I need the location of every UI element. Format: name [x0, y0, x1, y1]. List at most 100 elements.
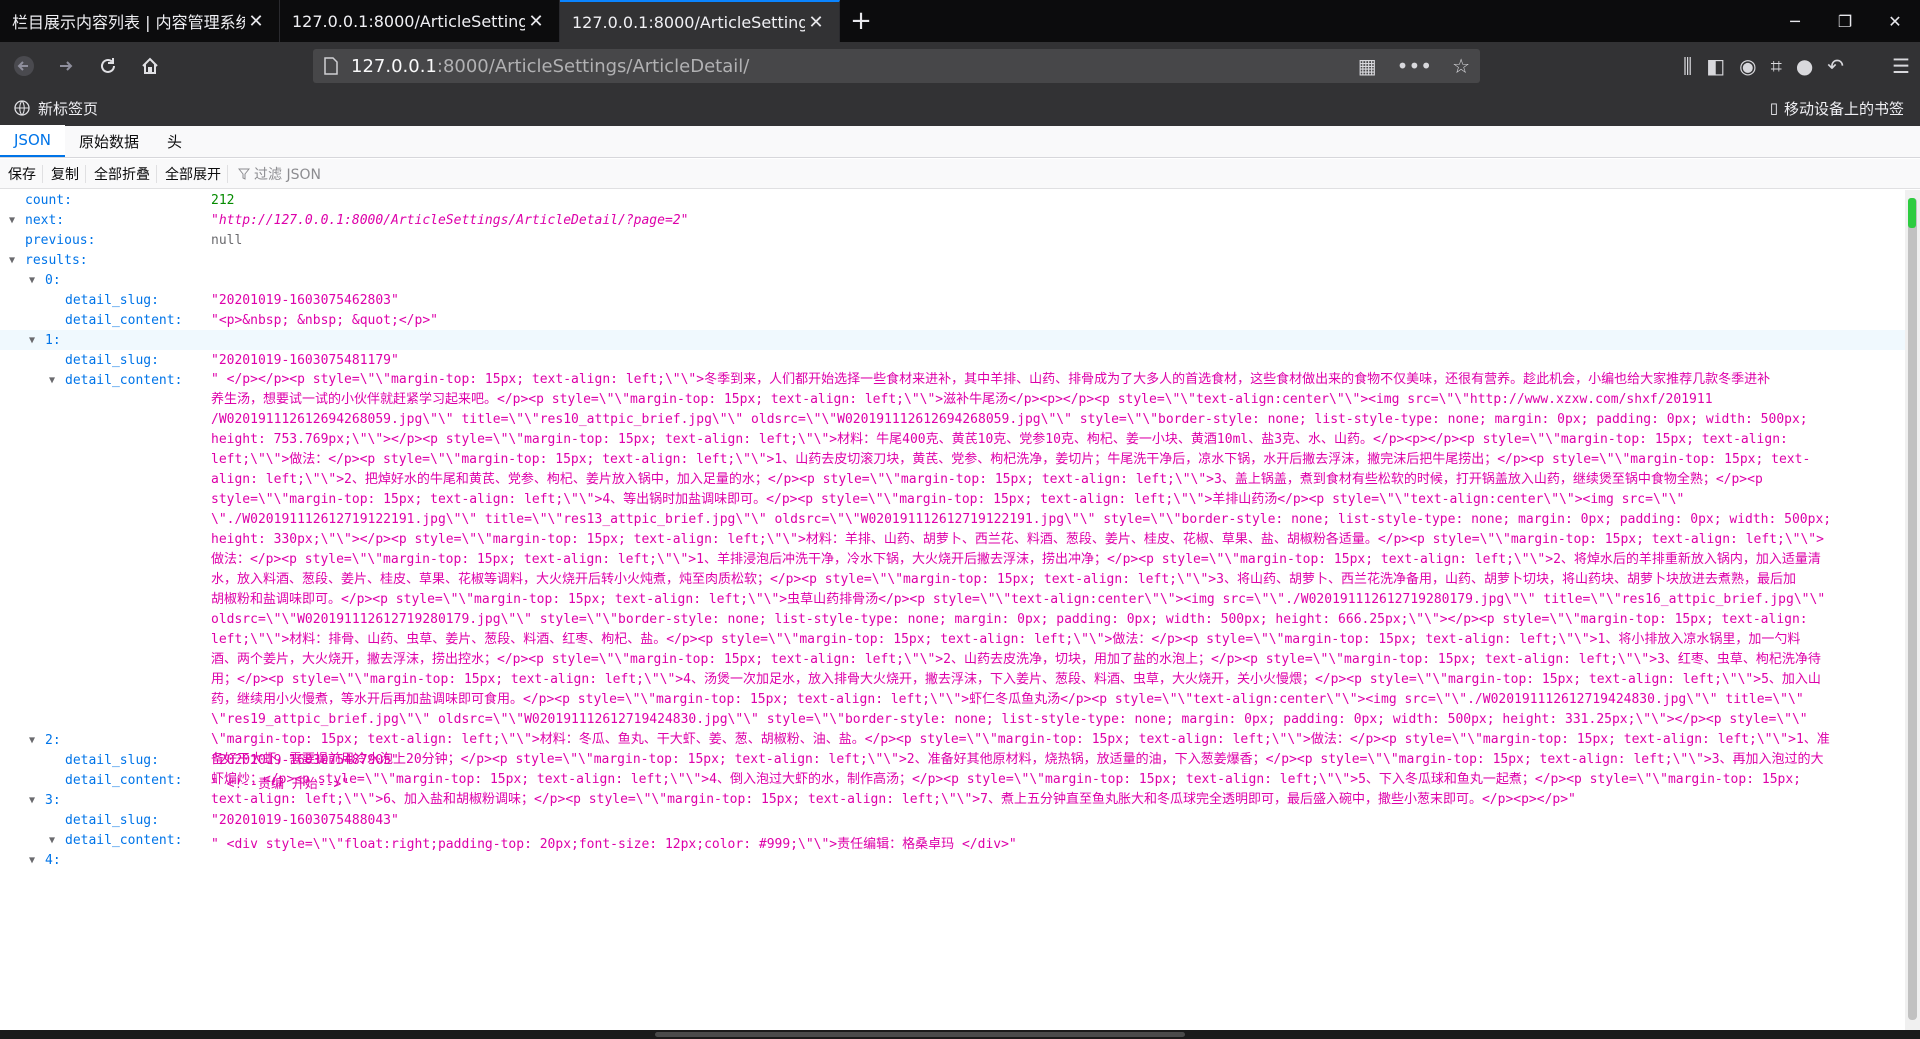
tree-row[interactable]: detail_slug: "20201019-1603075481179" [0, 350, 1905, 370]
json-value-line: style=\"\"margin-top: 15px; text-align: … [211, 492, 1685, 507]
scrollbar-thumb[interactable] [1908, 198, 1917, 1020]
chevron-down-icon[interactable]: ▼ [49, 375, 55, 386]
tree-row[interactable]: ▼ 4: [0, 850, 1905, 870]
tree-row[interactable]: ▼ 3: [0, 790, 1905, 810]
browser-tab[interactable]: 栏目展示内容列表 | 内容管理系统 ✕ [0, 0, 280, 42]
tab-strip: 栏目展示内容列表 | 内容管理系统 ✕ 127.0.0.1:8000/Artic… [0, 0, 1920, 42]
json-key: next: [25, 213, 65, 228]
scroll-indicator [1908, 198, 1916, 228]
tree-row[interactable]: ▼ detail_content: " <div style=\"\"float… [0, 830, 1905, 852]
tree-row[interactable]: detail_slug: "20201019-1603075487905" [0, 750, 1905, 770]
close-window-icon[interactable]: ✕ [1870, 0, 1920, 42]
vertical-scrollbar[interactable] [1905, 190, 1920, 1030]
tree-row[interactable]: detail_slug: "20201019-1603075462803" [0, 290, 1905, 310]
restore-window-icon[interactable]: ❐ [1820, 0, 1870, 42]
sidebar-icon[interactable]: ◧ [1706, 54, 1725, 78]
tab-headers[interactable]: 头 [153, 125, 196, 157]
json-value-line: 用；</p><p style=\"\"margin-top: 15px; tex… [211, 672, 1821, 687]
close-tab-icon[interactable]: ✕ [805, 12, 827, 33]
json-viewer-tabs: JSON 原始数据 头 [0, 125, 1920, 158]
globe-icon [14, 100, 30, 116]
tree-row[interactable]: count: 212 [0, 190, 1905, 210]
mobile-bookmarks-label: 移动设备上的书签 [1783, 99, 1904, 118]
chevron-down-icon[interactable]: ▼ [29, 335, 35, 346]
menu-icon[interactable]: ☰ [1892, 54, 1910, 78]
collapse-all-button[interactable]: 全部折叠 [86, 164, 157, 183]
tree-row[interactable]: ▼ detail_content: " </p></p><p style=\"\… [0, 370, 1905, 807]
json-tree: count: 212 ▼ next: "http://127.0.0.1:800… [0, 190, 1905, 1030]
chevron-down-icon[interactable]: ▼ [29, 275, 35, 286]
undo-icon[interactable]: ↶ [1827, 54, 1844, 78]
navigation-toolbar: 127.0.0.1:8000/ArticleSettings/ArticleDe… [0, 42, 1920, 90]
horizontal-scrollbar[interactable] [0, 1030, 1920, 1039]
save-button[interactable]: 保存 [0, 164, 43, 183]
json-toolbar: 保存 复制 全部折叠 全部展开 过滤 JSON [0, 159, 1920, 189]
chevron-down-icon[interactable]: ▼ [9, 215, 15, 226]
json-key: detail_slug: [65, 353, 159, 368]
json-value-line: 酒、两个姜片，大火烧开，撇去浮沫，捞出控水；</p><p style=\"\"m… [211, 652, 1821, 667]
tree-row[interactable]: detail_slug: "20201019-1603075488043" [0, 810, 1905, 830]
chevron-down-icon[interactable]: ▼ [29, 735, 35, 746]
url-path: :8000/ArticleSettings/ArticleDetail/ [436, 55, 750, 77]
url-text: 127.0.0.1:8000/ArticleSettings/ArticleDe… [351, 56, 749, 77]
qr-code-icon[interactable]: ▦ [1358, 54, 1377, 78]
tree-row[interactable]: previous: null [0, 230, 1905, 250]
browser-tab-active[interactable]: 127.0.0.1:8000/ArticleSettings/Ar ✕ [560, 0, 840, 42]
json-value-line: align: left;\"\">2、把焯好水的牛尾和黄芪、党参、枸杞、姜片放入… [211, 472, 1763, 487]
json-key: detail_slug: [65, 293, 159, 308]
json-key: detail_slug: [65, 813, 159, 828]
scrollbar-thumb[interactable] [655, 1032, 1185, 1037]
chat-icon[interactable]: ● [1796, 54, 1813, 78]
json-value-line: left;\"\">做法：</p><p style=\"\"margin-top… [211, 452, 1811, 467]
json-value: "20201019-1603075462803" [211, 293, 399, 308]
json-key: detail_content: [65, 833, 183, 848]
page-actions-icon[interactable]: ••• [1397, 54, 1432, 78]
bookmark-new-tab-page[interactable]: 新标签页 [14, 98, 98, 119]
filter-icon [238, 168, 250, 180]
close-tab-icon[interactable]: ✕ [525, 11, 547, 32]
bookmark-star-icon[interactable]: ☆ [1452, 54, 1470, 78]
forward-arrow-icon[interactable] [48, 48, 84, 84]
json-value: "20201019-1603075488043" [211, 813, 399, 828]
home-icon[interactable] [132, 48, 168, 84]
mobile-bookmarks[interactable]: ▯ 移动设备上的书签 [1770, 90, 1904, 126]
close-tab-icon[interactable]: ✕ [245, 11, 267, 32]
address-bar[interactable]: 127.0.0.1:8000/ArticleSettings/ArticleDe… [313, 49, 1480, 83]
tree-row[interactable]: ▼ next: "http://127.0.0.1:8000/ArticleSe… [0, 210, 1905, 230]
tree-row[interactable]: detail_content: " <!--责编 开始-->" [0, 770, 1905, 792]
json-value-line: /W020191112612694268059.jpg\"\" title=\"… [211, 412, 1808, 427]
json-value: "20201019-1603075481179" [211, 353, 399, 368]
json-value-line: left;\"\">材料：排骨、山药、虫草、姜片、葱段、料酒、红枣、枸杞、盐。<… [211, 632, 1801, 647]
tree-row[interactable]: ▼ 2: [0, 730, 1905, 750]
json-value-link[interactable]: "http://127.0.0.1:8000/ArticleSettings/A… [211, 213, 688, 228]
tab-raw-data[interactable]: 原始数据 [65, 125, 153, 157]
chevron-down-icon[interactable]: ▼ [9, 255, 15, 266]
back-arrow-icon[interactable] [6, 48, 42, 84]
copy-button[interactable]: 复制 [43, 164, 86, 183]
folder-icon: ▯ [1769, 99, 1778, 117]
tree-row[interactable]: detail_content: "<p>&nbsp; &nbsp; &quot;… [0, 310, 1905, 330]
screenshot-icon[interactable]: ⌗ [1771, 54, 1782, 78]
reload-icon[interactable] [90, 48, 126, 84]
expand-all-button[interactable]: 全部展开 [157, 164, 228, 183]
tree-row[interactable]: ▼ 0: [0, 270, 1905, 290]
json-value-line: height: 753.769px;\"\"></p><p style=\"\"… [211, 432, 1788, 447]
chevron-down-icon[interactable]: ▼ [29, 795, 35, 806]
json-value-line: 胡椒粉和盐调味即可。</p><p style=\"\"margin-top: 1… [211, 592, 1826, 607]
account-icon[interactable]: ◉ [1739, 54, 1756, 78]
browser-tab[interactable]: 127.0.0.1:8000/ArticleSettings/ ✕ [280, 0, 560, 42]
json-value-line: " </p></p><p style=\"\"margin-top: 15px;… [211, 372, 1771, 387]
chevron-down-icon[interactable]: ▼ [29, 855, 35, 866]
new-tab-button[interactable]: + [840, 0, 882, 42]
bookmark-label: 新标签页 [38, 99, 99, 118]
library-icon[interactable]: ⫼ [1683, 54, 1692, 78]
minimize-window-icon[interactable]: ─ [1770, 0, 1820, 42]
tree-row[interactable]: ▼ 1: [0, 330, 1905, 350]
tree-row[interactable]: ▼ results: [0, 250, 1905, 270]
page-info-icon[interactable] [323, 57, 339, 75]
bookmarks-toolbar: 新标签页 ▯ 移动设备上的书签 [0, 90, 1920, 126]
filter-json-input[interactable]: 过滤 JSON [238, 164, 321, 184]
tab-json[interactable]: JSON [0, 125, 65, 157]
json-value-line: 药，继续用小火慢煮，等水开后再加盐调味即可食用。</p><p style=\"\… [211, 692, 1804, 707]
chevron-down-icon[interactable]: ▼ [49, 835, 55, 846]
